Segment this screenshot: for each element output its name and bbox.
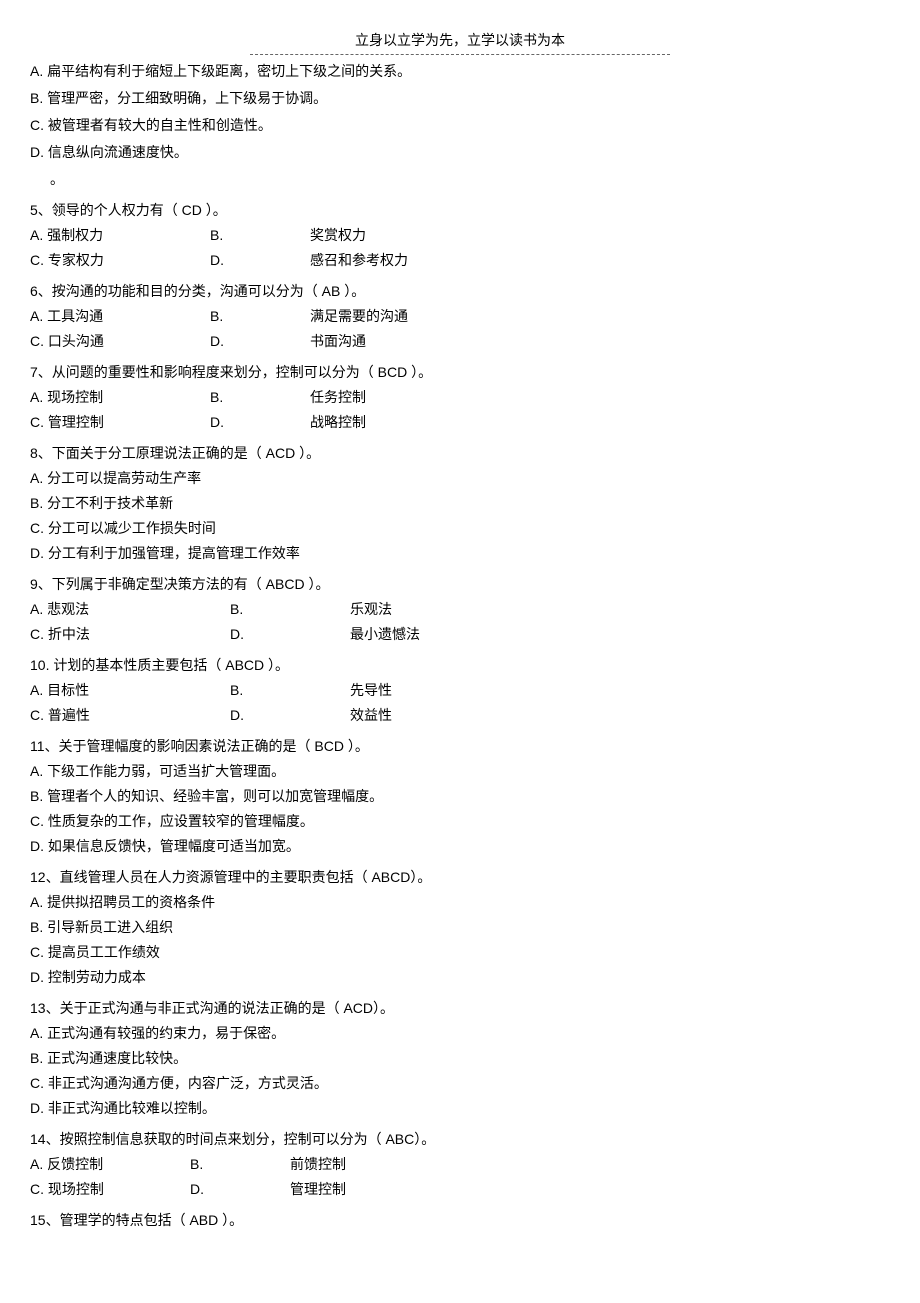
- q14-row1: A. 反馈控制 B. 前馈控制: [30, 1154, 890, 1175]
- q11-option-d: D. 如果信息反馈快，管理幅度可适当加宽。: [30, 836, 890, 857]
- question-9-stem: 9、下列属于非确定型决策方法的有（ ABCD ）。: [30, 574, 890, 595]
- q12-option-c: C. 提高员工工作绩效: [30, 942, 890, 963]
- q11-option-c: C. 性质复杂的工作，应设置较窄的管理幅度。: [30, 811, 890, 832]
- option-b: B. 管理严密，分工细致明确，上下级易于协调。: [30, 88, 890, 109]
- q12-option-a: A. 提供拟招聘员工的资格条件: [30, 892, 890, 913]
- question-15-stem: 15、管理学的特点包括（ ABD ）。: [30, 1210, 890, 1231]
- q10-option-b-label: B.: [230, 680, 350, 701]
- question-13-stem: 13、关于正式沟通与非正式沟通的说法正确的是（ ACD）。: [30, 998, 890, 1019]
- q6-option-b: 满足需要的沟通: [310, 306, 890, 327]
- q6-option-d: 书面沟通: [310, 331, 890, 352]
- q14-option-a: A. 反馈控制: [30, 1154, 190, 1175]
- option-a: A. 扁平结构有利于缩短上下级距离，密切上下级之间的关系。: [30, 61, 890, 82]
- option-c: C. 被管理者有较大的自主性和创造性。: [30, 115, 890, 136]
- q10-option-d: 效益性: [350, 705, 890, 726]
- q7-option-a: A. 现场控制: [30, 387, 210, 408]
- q5-option-a: A. 强制权力: [30, 225, 210, 246]
- q9-row1: A. 悲观法 B. 乐观法: [30, 599, 890, 620]
- q10-row2: C. 普遍性 D. 效益性: [30, 705, 890, 726]
- q14-option-c: C. 现场控制: [30, 1179, 190, 1200]
- question-5-stem: 5、领导的个人权力有（ CD ）。: [30, 200, 890, 221]
- q14-option-b-label: B.: [190, 1154, 290, 1175]
- q10-option-b: 先导性: [350, 680, 890, 701]
- question-6-stem: 6、按沟通的功能和目的分类，沟通可以分为（ AB ）。: [30, 281, 890, 302]
- q9-option-d-label: D.: [230, 624, 350, 645]
- q5-option-d-label: D.: [210, 250, 310, 271]
- q7-row1: A. 现场控制 B. 任务控制: [30, 387, 890, 408]
- q7-option-b-label: B.: [210, 387, 310, 408]
- q12-option-b: B. 引导新员工进入组织: [30, 917, 890, 938]
- q5-option-c: C. 专家权力: [30, 250, 210, 271]
- q9-option-d: 最小遗憾法: [350, 624, 890, 645]
- question-11-stem: 11、关于管理幅度的影响因素说法正确的是（ BCD ）。: [30, 736, 890, 757]
- q6-row2: C. 口头沟通 D. 书面沟通: [30, 331, 890, 352]
- q13-option-d: D. 非正式沟通比较难以控制。: [30, 1098, 890, 1119]
- question-10-stem: 10. 计划的基本性质主要包括（ ABCD ）。: [30, 655, 890, 676]
- q7-option-d-label: D.: [210, 412, 310, 433]
- question-8-stem: 8、下面关于分工原理说法正确的是（ ACD ）。: [30, 443, 890, 464]
- q8-option-d: D. 分工有利于加强管理，提高管理工作效率: [30, 543, 890, 564]
- q6-row1: A. 工具沟通 B. 满足需要的沟通: [30, 306, 890, 327]
- question-12-stem: 12、直线管理人员在人力资源管理中的主要职责包括（ ABCD）。: [30, 867, 890, 888]
- q9-option-c: C. 折中法: [30, 624, 230, 645]
- q9-row2: C. 折中法 D. 最小遗憾法: [30, 624, 890, 645]
- q9-option-a: A. 悲观法: [30, 599, 230, 620]
- q8-option-a: A. 分工可以提高劳动生产率: [30, 468, 890, 489]
- q9-option-b-label: B.: [230, 599, 350, 620]
- q7-option-d: 战略控制: [310, 412, 890, 433]
- q11-option-a: A. 下级工作能力弱，可适当扩大管理面。: [30, 761, 890, 782]
- header-underline: [250, 54, 670, 55]
- q13-option-a: A. 正式沟通有较强的约束力，易于保密。: [30, 1023, 890, 1044]
- q12-option-d: D. 控制劳动力成本: [30, 967, 890, 988]
- q7-option-b: 任务控制: [310, 387, 890, 408]
- q10-row1: A. 目标性 B. 先导性: [30, 680, 890, 701]
- header-motto: 立身以立学为先，立学以读书为本: [355, 30, 565, 53]
- q9-option-b: 乐观法: [350, 599, 890, 620]
- q10-option-a: A. 目标性: [30, 680, 230, 701]
- q7-row2: C. 管理控制 D. 战略控制: [30, 412, 890, 433]
- q13-option-c: C. 非正式沟通沟通方便，内容广泛，方式灵活。: [30, 1073, 890, 1094]
- q7-option-c: C. 管理控制: [30, 412, 210, 433]
- q13-option-b: B. 正式沟通速度比较快。: [30, 1048, 890, 1069]
- q6-option-d-label: D.: [210, 331, 310, 352]
- q8-option-c: C. 分工可以减少工作损失时间: [30, 518, 890, 539]
- q6-option-c: C. 口头沟通: [30, 331, 210, 352]
- q5-row1: A. 强制权力 B. 奖赏权力: [30, 225, 890, 246]
- q5-option-b-label: B.: [210, 225, 310, 246]
- q14-option-b: 前馈控制: [290, 1154, 890, 1175]
- q5-option-b: 奖赏权力: [310, 225, 890, 246]
- question-14-stem: 14、按照控制信息获取的时间点来划分，控制可以分为（ ABC）。: [30, 1129, 890, 1150]
- q6-option-b-label: B.: [210, 306, 310, 327]
- q14-option-d: 管理控制: [290, 1179, 890, 1200]
- page-header: 立身以立学为先，立学以读书为本: [30, 30, 890, 53]
- q10-option-d-label: D.: [230, 705, 350, 726]
- option-d: D. 信息纵向流通速度快。: [30, 142, 890, 163]
- q8-option-b: B. 分工不利于技术革新: [30, 493, 890, 514]
- q11-option-b: B. 管理者个人的知识、经验丰富，则可以加宽管理幅度。: [30, 786, 890, 807]
- q5-option-d: 感召和参考权力: [310, 250, 890, 271]
- q5-row2: C. 专家权力 D. 感召和参考权力: [30, 250, 890, 271]
- q6-option-a: A. 工具沟通: [30, 306, 210, 327]
- q14-option-d-label: D.: [190, 1179, 290, 1200]
- question-7-stem: 7、从问题的重要性和影响程度来划分，控制可以分为（ BCD ）。: [30, 362, 890, 383]
- q10-option-c: C. 普遍性: [30, 705, 230, 726]
- q14-row2: C. 现场控制 D. 管理控制: [30, 1179, 890, 1200]
- stray-period: 。: [50, 169, 890, 190]
